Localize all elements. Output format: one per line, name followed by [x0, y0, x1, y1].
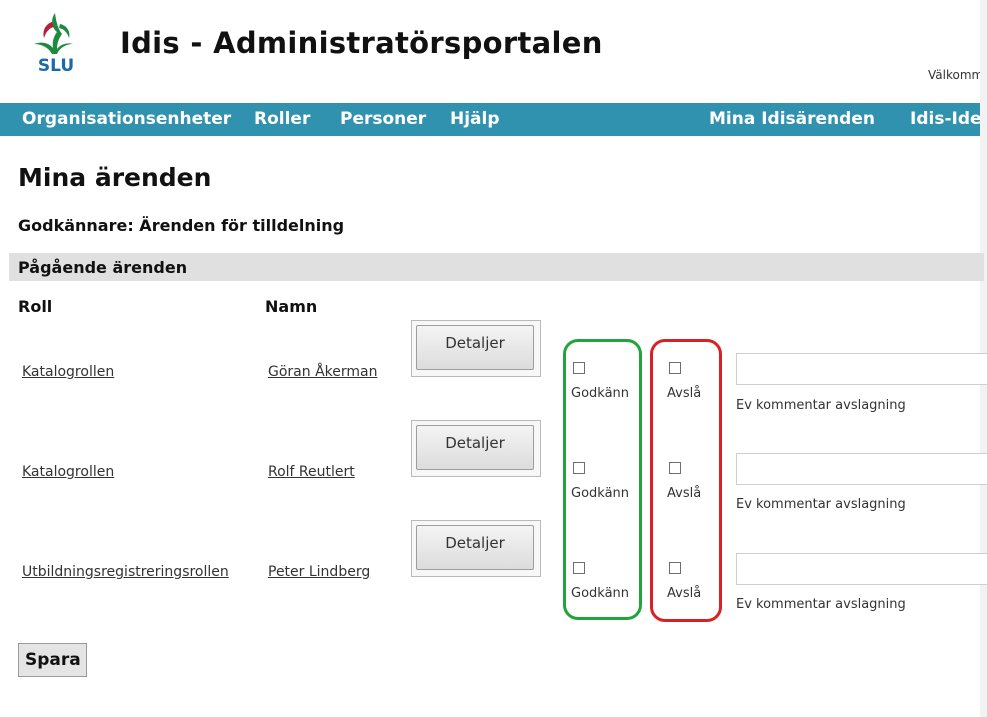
column-header-name: Namn — [265, 297, 318, 316]
approve-checkbox[interactable] — [573, 362, 585, 374]
person-link[interactable]: Peter Lindberg — [268, 564, 370, 580]
role-link[interactable]: Katalogrollen — [22, 464, 114, 480]
approve-column-highlight — [563, 339, 642, 620]
approve-checkbox[interactable] — [573, 562, 585, 574]
approver-subheading: Godkännare: Ärenden för tilldelning — [18, 216, 345, 235]
reject-column-highlight — [650, 339, 722, 622]
column-header-role: Roll — [18, 297, 53, 316]
role-link[interactable]: Utbildningsregistreringsrollen — [22, 564, 229, 580]
nav-hjalp[interactable]: Hjälp — [450, 109, 500, 129]
approve-label: Godkänn — [571, 586, 630, 601]
details-button-frame: Detaljer — [411, 420, 541, 477]
nav-organisationsenheter[interactable]: Organisationsenheter — [22, 109, 231, 129]
approve-label: Godkänn — [571, 386, 630, 401]
rejection-comment-input[interactable] — [736, 453, 987, 485]
app-title: Idis - Administratörsportalen — [120, 26, 603, 60]
nav-personer[interactable]: Personer — [340, 109, 426, 129]
reject-checkbox[interactable] — [669, 562, 681, 574]
nav-roller[interactable]: Roller — [254, 109, 310, 129]
rejection-comment-input[interactable] — [736, 553, 987, 585]
details-button[interactable]: Detaljer — [416, 525, 534, 570]
page-title: Mina ärenden — [18, 163, 212, 192]
reject-label: Avslå — [667, 586, 702, 601]
rejection-comment-hint: Ev kommentar avslagning — [736, 597, 906, 612]
nav-mina-idisarenden[interactable]: Mina Idisärenden — [709, 109, 875, 129]
details-button-frame: Detaljer — [411, 320, 541, 377]
reject-label: Avslå — [667, 486, 702, 501]
welcome-text: Välkommen — [928, 68, 987, 82]
details-button[interactable]: Detaljer — [416, 425, 534, 470]
details-button-frame: Detaljer — [411, 520, 541, 577]
logo-text: SLU — [38, 56, 74, 74]
main-navigation: Organisationsenheter Roller Personer Hjä… — [0, 103, 987, 136]
rejection-comment-hint: Ev kommentar avslagning — [736, 398, 906, 413]
section-title: Pågående ärenden — [18, 258, 188, 277]
reject-label: Avslå — [667, 386, 702, 401]
reject-checkbox[interactable] — [669, 462, 681, 474]
slu-logo-icon: SLU — [28, 10, 84, 76]
nav-idis-ide[interactable]: Idis-Ide — [910, 109, 982, 129]
save-button[interactable]: Spara — [18, 643, 87, 677]
approve-label: Godkänn — [571, 486, 630, 501]
rejection-comment-input[interactable] — [736, 353, 987, 385]
rejection-comment-hint: Ev kommentar avslagning — [736, 497, 906, 512]
role-link[interactable]: Katalogrollen — [22, 364, 114, 380]
person-link[interactable]: Göran Åkerman — [268, 364, 377, 380]
approve-checkbox[interactable] — [573, 462, 585, 474]
details-button[interactable]: Detaljer — [416, 325, 534, 370]
reject-checkbox[interactable] — [669, 362, 681, 374]
person-link[interactable]: Rolf Reutlert — [268, 464, 355, 480]
